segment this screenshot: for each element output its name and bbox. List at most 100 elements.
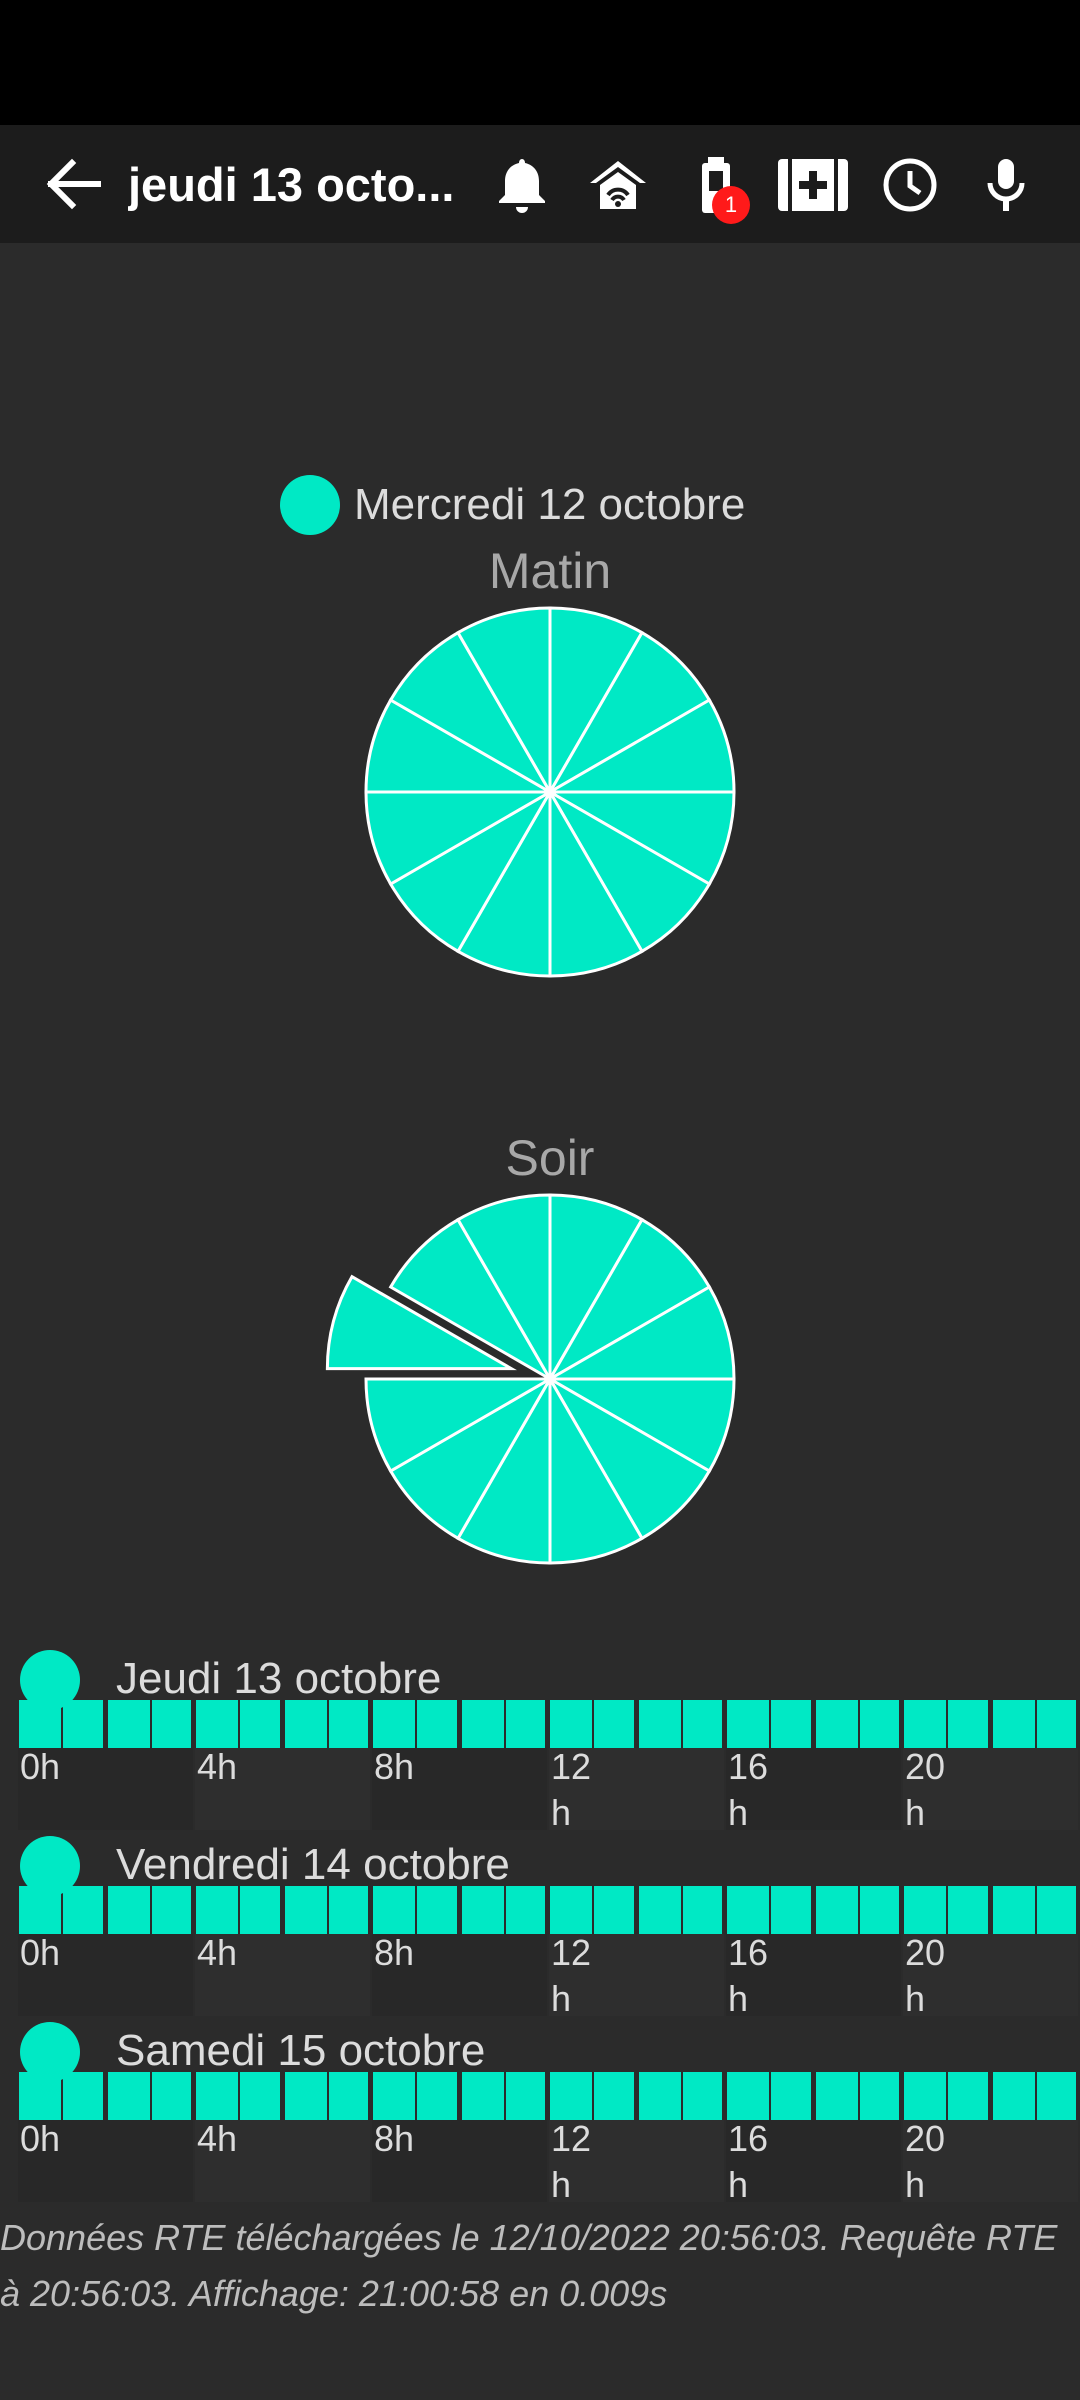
home-icon[interactable] [586, 153, 650, 217]
legend-swatch [280, 475, 340, 535]
hour-cell [682, 1700, 722, 1748]
tick-label: 8h [374, 1932, 415, 1973]
hour-cell [373, 2072, 416, 2120]
day-row-samedi: Samedi 15 octobre 0h 4h 8h 12 h 16 h 20 h [18, 2020, 1080, 2205]
hour-cell [19, 2072, 62, 2120]
hour-cell [63, 1700, 103, 1748]
hour-cell [107, 2072, 150, 2120]
day-label: Vendredi 14 octobre [116, 1840, 510, 1889]
hour-cell [859, 1700, 899, 1748]
hour-cell [417, 1700, 457, 1748]
hour-cell [727, 1700, 770, 1748]
hour-cell [859, 2072, 899, 2120]
status-bar [0, 0, 1080, 125]
day-label: Jeudi 13 octobre [116, 1654, 442, 1703]
hour-cell [240, 1886, 280, 1934]
hour-cell [196, 2072, 239, 2120]
hour-cell [284, 2072, 327, 2120]
hour-cell [417, 2072, 457, 2120]
hour-cell [19, 1700, 62, 1748]
hour-cell [373, 1886, 416, 1934]
pie-title-matin: Matin [489, 543, 611, 599]
hour-bar [18, 2072, 1080, 2120]
hour-cell [992, 1886, 1035, 1934]
hour-cell [815, 1700, 858, 1748]
tick-label: 0h [20, 2118, 61, 2159]
legend-label: Mercredi 12 octobre [354, 480, 745, 529]
hour-cell [948, 1886, 988, 1934]
pie-soir [325, 1193, 736, 1565]
page-title: jeudi 13 octo... [128, 158, 455, 211]
hour-cell [771, 1700, 811, 1748]
hour-cell [682, 2072, 722, 2120]
hour-cell [328, 1886, 368, 1934]
footer-note: Données RTE téléchargées le 12/10/2022 2… [0, 2217, 1058, 2314]
tick-label: 20 h [905, 2118, 946, 2205]
hour-cell [1036, 1700, 1076, 1748]
hour-cell [815, 2072, 858, 2120]
hour-cell [196, 1700, 239, 1748]
hour-cell [594, 2072, 634, 2120]
hour-cell [550, 1886, 593, 1934]
hour-bar [18, 1886, 1080, 1934]
tick-label: 12 h [551, 1746, 592, 1833]
hour-cell [284, 1700, 327, 1748]
tick-label: 4h [197, 1746, 238, 1787]
hour-cell [904, 1700, 947, 1748]
hour-cell [151, 1886, 191, 1934]
hour-cell [992, 2072, 1035, 2120]
hour-cell [417, 1886, 457, 1934]
hour-cell [461, 1700, 504, 1748]
hour-cell [771, 1886, 811, 1934]
hour-cell [638, 1700, 681, 1748]
hour-cell [151, 1700, 191, 1748]
hour-cell [240, 2072, 280, 2120]
day-row-vendredi: Vendredi 14 octobre 0h 4h 8h 12 h 16 h 20 h [18, 1834, 1080, 2019]
tick-label: 16 h [728, 2118, 769, 2205]
tick-label: 8h [374, 2118, 415, 2159]
hour-cell [1036, 1886, 1076, 1934]
hour-cell [594, 1886, 634, 1934]
tick-label: 0h [20, 1932, 61, 1973]
tick-label: 12 h [551, 1932, 592, 2019]
pie-matin [364, 606, 736, 978]
hour-cell [727, 1886, 770, 1934]
toolbar: jeudi 13 octo... [0, 125, 1080, 243]
hour-cell [505, 1700, 545, 1748]
hour-cell [904, 2072, 947, 2120]
hour-cell [328, 1700, 368, 1748]
tick-label: 0h [20, 1746, 61, 1787]
medical-case-icon[interactable] [776, 153, 850, 217]
microphone-icon[interactable] [974, 153, 1038, 217]
hour-cell [682, 1886, 722, 1934]
arrow-left-icon[interactable] [38, 153, 108, 215]
pie-charts: Mercredi 12 octobre Matin Soir [280, 475, 745, 1565]
hour-cell [328, 2072, 368, 2120]
hour-cell [815, 1886, 858, 1934]
hour-cell [240, 1700, 280, 1748]
hour-cell [859, 1886, 899, 1934]
hour-cell [771, 2072, 811, 2120]
hour-cell [107, 1886, 150, 1934]
hour-cell [284, 1886, 327, 1934]
hour-cell [461, 1886, 504, 1934]
hour-cell [727, 2072, 770, 2120]
tick-label: 20 h [905, 1932, 946, 2019]
hour-cell [638, 2072, 681, 2120]
hour-cell [63, 2072, 103, 2120]
hour-cell [550, 1700, 593, 1748]
battery-alert-badge: 1 [712, 186, 750, 224]
hour-cell [505, 2072, 545, 2120]
hour-cell [151, 2072, 191, 2120]
hour-cell [461, 2072, 504, 2120]
hour-cell [638, 1886, 681, 1934]
clock-icon[interactable] [878, 153, 942, 217]
day-row-jeudi: Jeudi 13 octobre 0h 4h 8h 12 h 16 h 20 h [18, 1648, 1080, 1833]
hour-cell [904, 1886, 947, 1934]
tick-label: 16 h [728, 1746, 769, 1833]
tick-label: 4h [197, 2118, 238, 2159]
bell-icon[interactable] [490, 153, 554, 217]
hour-cell [505, 1886, 545, 1934]
hour-cell [948, 2072, 988, 2120]
tick-label: 4h [197, 1932, 238, 1973]
